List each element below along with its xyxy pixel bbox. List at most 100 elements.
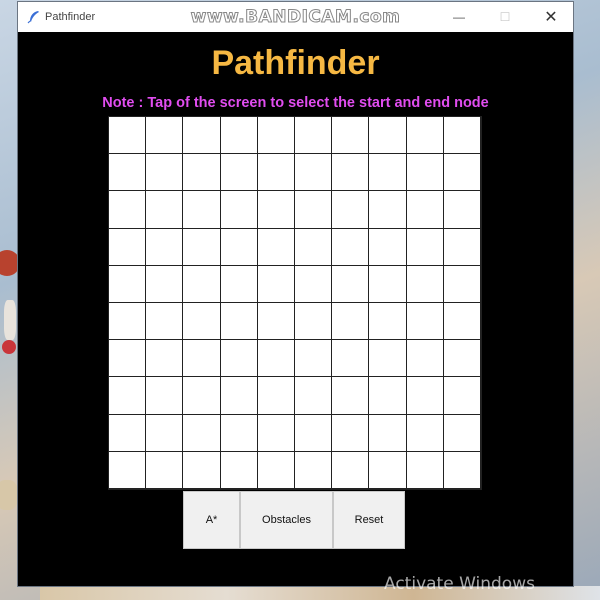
grid-cell[interactable] — [183, 117, 221, 155]
grid-cell[interactable] — [332, 303, 370, 341]
grid-cell[interactable] — [109, 340, 147, 378]
grid-cell[interactable] — [406, 265, 444, 303]
grid-cell[interactable] — [295, 340, 333, 378]
grid-cell[interactable] — [295, 414, 333, 452]
grid-cell[interactable] — [369, 377, 407, 415]
grid-cell[interactable] — [146, 451, 184, 489]
grid-cell[interactable] — [443, 228, 481, 266]
grid-cell[interactable] — [257, 117, 295, 155]
grid-cell[interactable] — [220, 451, 258, 489]
grid-cell[interactable] — [183, 377, 221, 415]
grid-cell[interactable] — [332, 414, 370, 452]
grid-cell[interactable] — [146, 377, 184, 415]
grid-cell[interactable] — [443, 377, 481, 415]
grid-cell[interactable] — [146, 303, 184, 341]
grid-cell[interactable] — [220, 414, 258, 452]
astar-button[interactable]: A* — [183, 491, 240, 549]
grid-cell[interactable] — [332, 154, 370, 192]
grid-cell[interactable] — [220, 228, 258, 266]
grid-cell[interactable] — [369, 154, 407, 192]
grid-cell[interactable] — [295, 154, 333, 192]
grid-cell[interactable] — [332, 340, 370, 378]
grid-cell[interactable] — [146, 191, 184, 229]
grid-cell[interactable] — [257, 377, 295, 415]
grid-cell[interactable] — [220, 191, 258, 229]
grid-cell[interactable] — [146, 265, 184, 303]
grid-cell[interactable] — [443, 117, 481, 155]
grid-cell[interactable] — [109, 377, 147, 415]
grid-cell[interactable] — [406, 228, 444, 266]
grid-cell[interactable] — [443, 191, 481, 229]
grid-cell[interactable] — [443, 451, 481, 489]
grid-cell[interactable] — [406, 340, 444, 378]
grid-cell[interactable] — [257, 265, 295, 303]
grid-cell[interactable] — [183, 265, 221, 303]
grid-cell[interactable] — [369, 117, 407, 155]
grid-cell[interactable] — [109, 228, 147, 266]
grid-cell[interactable] — [332, 377, 370, 415]
grid-cell[interactable] — [406, 414, 444, 452]
grid-cell[interactable] — [257, 191, 295, 229]
grid-cell[interactable] — [406, 377, 444, 415]
grid-cell[interactable] — [146, 154, 184, 192]
grid-cell[interactable] — [109, 303, 147, 341]
grid-cell[interactable] — [406, 451, 444, 489]
grid-cell[interactable] — [220, 154, 258, 192]
grid-cell[interactable] — [369, 340, 407, 378]
grid-cell[interactable] — [109, 265, 147, 303]
grid-cell[interactable] — [146, 340, 184, 378]
grid-cell[interactable] — [183, 154, 221, 192]
grid-cell[interactable] — [257, 451, 295, 489]
grid-cell[interactable] — [406, 303, 444, 341]
grid-cell[interactable] — [369, 414, 407, 452]
grid-cell[interactable] — [146, 228, 184, 266]
grid-cell[interactable] — [183, 303, 221, 341]
grid-cell[interactable] — [443, 154, 481, 192]
grid-cell[interactable] — [109, 414, 147, 452]
grid-cell[interactable] — [257, 154, 295, 192]
grid-cell[interactable] — [220, 117, 258, 155]
grid-cell[interactable] — [332, 228, 370, 266]
grid-cell[interactable] — [257, 340, 295, 378]
grid-cell[interactable] — [183, 191, 221, 229]
grid-cell[interactable] — [220, 340, 258, 378]
grid-cell[interactable] — [183, 228, 221, 266]
grid-cell[interactable] — [369, 228, 407, 266]
grid-cell[interactable] — [295, 191, 333, 229]
obstacles-button[interactable]: Obstacles — [240, 491, 333, 549]
grid-cell[interactable] — [443, 303, 481, 341]
grid-cell[interactable] — [183, 451, 221, 489]
grid-cell[interactable] — [369, 303, 407, 341]
grid-cell[interactable] — [295, 117, 333, 155]
grid-cell[interactable] — [146, 414, 184, 452]
grid-cell[interactable] — [295, 265, 333, 303]
grid-cell[interactable] — [443, 414, 481, 452]
title-bar[interactable]: Pathfinder — ☐ ✕ www.BANDICAM.com — [18, 2, 573, 32]
grid-cell[interactable] — [109, 117, 147, 155]
grid-cell[interactable] — [257, 303, 295, 341]
grid-cell[interactable] — [406, 154, 444, 192]
grid-cell[interactable] — [220, 303, 258, 341]
grid-cell[interactable] — [295, 228, 333, 266]
grid-cell[interactable] — [220, 377, 258, 415]
path-grid[interactable] — [108, 116, 482, 490]
grid-cell[interactable] — [109, 191, 147, 229]
grid-cell[interactable] — [146, 117, 184, 155]
grid-cell[interactable] — [183, 340, 221, 378]
grid-cell[interactable] — [109, 154, 147, 192]
grid-cell[interactable] — [332, 117, 370, 155]
grid-cell[interactable] — [332, 191, 370, 229]
grid-cell[interactable] — [220, 265, 258, 303]
grid-cell[interactable] — [295, 451, 333, 489]
grid-cell[interactable] — [332, 451, 370, 489]
grid-cell[interactable] — [257, 414, 295, 452]
grid-cell[interactable] — [443, 265, 481, 303]
grid-cell[interactable] — [295, 303, 333, 341]
grid-cell[interactable] — [183, 414, 221, 452]
grid-cell[interactable] — [369, 451, 407, 489]
grid-cell[interactable] — [295, 377, 333, 415]
grid-cell[interactable] — [332, 265, 370, 303]
grid-cell[interactable] — [406, 117, 444, 155]
reset-button[interactable]: Reset — [333, 491, 405, 549]
grid-cell[interactable] — [109, 451, 147, 489]
